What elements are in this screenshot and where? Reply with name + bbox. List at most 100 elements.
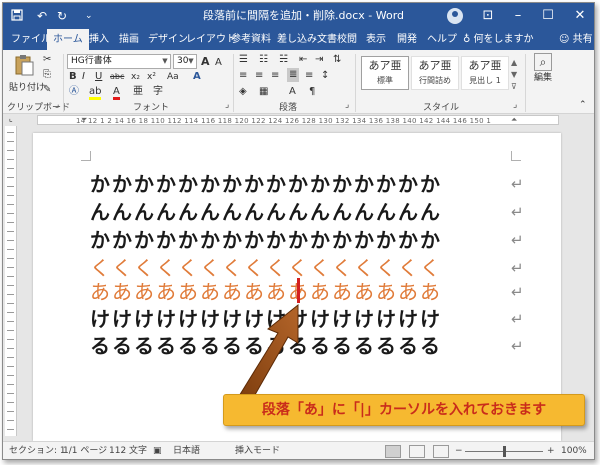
grow-font-button[interactable]: A [201, 55, 210, 69]
tab-draw[interactable]: 描画 [119, 29, 139, 50]
print-layout-view-icon[interactable] [385, 445, 401, 458]
phonetic-guide-icon[interactable]: 亜 [133, 85, 143, 99]
align-center-icon[interactable]: ≡ [255, 69, 263, 83]
font-launcher-icon[interactable]: ⌟ [225, 100, 229, 110]
undo-icon[interactable]: ↶ [37, 9, 47, 23]
paragraph-mark: ↵ [511, 203, 524, 221]
cut-icon[interactable]: ✂ [43, 53, 51, 67]
highlight-color-icon[interactable]: ab [89, 85, 102, 100]
share-button[interactable]: ☺ 共有 [559, 29, 593, 50]
line-spacing-icon[interactable]: ↕ [321, 69, 329, 83]
read-mode-view-icon[interactable] [409, 445, 425, 458]
paragraph-ka-2[interactable]: かかかかかかかかかかかかかかかか [90, 227, 442, 253]
zoom-out-button[interactable]: − [455, 442, 463, 459]
tell-me-box[interactable]: ♁ 何をしますか [463, 29, 534, 50]
save-icon[interactable] [11, 9, 23, 23]
superscript-button[interactable]: x² [147, 70, 156, 84]
paragraph-n[interactable]: んんんんんんんんんんんんんんんん [90, 199, 442, 225]
clear-format-button[interactable]: A [193, 70, 201, 84]
right-indent-handle[interactable]: ⏶ [511, 113, 517, 127]
paragraph-a[interactable]: ああああああああああああああああ [90, 279, 442, 305]
ruler-tick [7, 321, 14, 322]
ribbon-display-options-button[interactable]: ⊡ [473, 3, 503, 29]
style-name: 標準 [377, 76, 393, 85]
align-right-icon[interactable]: ≡ [271, 69, 279, 83]
tab-developer[interactable]: 開発 [397, 29, 417, 50]
tab-design[interactable]: デザイン [148, 29, 188, 50]
sort-icon[interactable]: ⇅ [333, 53, 341, 67]
tab-home[interactable]: ホーム [47, 29, 89, 50]
paragraph-ka-1[interactable]: かかかかかかかかかかかかかかかか [90, 171, 442, 197]
borders-icon[interactable]: ▦ [259, 85, 268, 99]
style-no-spacing[interactable]: あア亜 行間詰め [411, 56, 459, 90]
copy-icon[interactable]: ⎘ [43, 68, 51, 82]
asian-layout-icon[interactable]: A [289, 85, 296, 99]
page-count[interactable]: 1/1 ページ [63, 442, 107, 459]
word-count[interactable]: 112 文字 [109, 442, 147, 459]
format-painter-icon[interactable]: ✎ [43, 83, 51, 97]
font-size-combo[interactable]: 30 ▼ [173, 54, 197, 69]
user-avatar[interactable] [447, 8, 463, 24]
customize-qat-icon[interactable]: ⌄ [85, 9, 93, 23]
language-indicator[interactable]: 日本語 [173, 442, 200, 459]
font-color-icon[interactable]: A [113, 85, 120, 100]
increase-indent-icon[interactable]: ⇥ [315, 53, 323, 67]
tab-selector-icon[interactable]: ⌞ [9, 112, 13, 126]
ruler-tick [7, 411, 14, 412]
paragraph-ku[interactable]: くくくくくくくくくくくくくくくく [90, 255, 442, 281]
font-name-combo[interactable]: HG行書体 ▼ [67, 54, 171, 69]
section-indicator[interactable]: セクション: 1 [9, 442, 66, 459]
proofing-icon[interactable]: ▣ [153, 442, 162, 459]
shrink-font-button[interactable]: A [215, 56, 222, 70]
style-heading-1[interactable]: あア亜 見出し 1 [461, 56, 509, 90]
first-line-indent-handle[interactable]: ⏷ [81, 113, 87, 127]
web-layout-view-icon[interactable] [433, 445, 449, 458]
tab-view[interactable]: 表示 [366, 29, 386, 50]
minimize-button[interactable]: – [503, 3, 533, 29]
bold-button[interactable]: B [69, 70, 77, 84]
underline-button[interactable]: U [95, 70, 102, 84]
tab-references[interactable]: 参考資料 [231, 29, 271, 50]
redo-icon[interactable]: ↻ [57, 9, 67, 23]
style-normal[interactable]: あア亜 標準 [361, 56, 409, 90]
ruler-tick [7, 249, 14, 250]
tab-help[interactable]: ヘルプ [427, 29, 457, 50]
zoom-in-button[interactable]: + [547, 442, 555, 459]
clipboard-launcher-icon[interactable]: ⌟ [55, 100, 59, 110]
text-cursor [297, 278, 300, 303]
maximize-button[interactable]: ☐ [533, 3, 563, 29]
insert-mode-indicator[interactable]: 挿入モード [235, 442, 280, 459]
paragraph-launcher-icon[interactable]: ⌟ [345, 100, 349, 110]
ruler-tick [7, 420, 14, 421]
tab-file[interactable]: ファイル [11, 29, 51, 50]
decrease-indent-icon[interactable]: ⇤ [299, 53, 307, 67]
tab-mailings[interactable]: 差し込み文書 [277, 29, 337, 50]
close-button[interactable]: ✕ [565, 3, 594, 29]
subscript-button[interactable]: x₂ [131, 70, 140, 84]
paste-button[interactable]: 貼り付け [9, 54, 45, 95]
editing-button[interactable]: ⌕ 編集 [531, 53, 555, 85]
numbering-icon[interactable]: ☷ [259, 53, 268, 67]
ruler-tick [7, 312, 14, 313]
tab-review[interactable]: 校閲 [337, 29, 357, 50]
tab-insert[interactable]: 挿入 [89, 29, 109, 50]
collapse-ribbon-icon[interactable]: ⌃ [579, 98, 587, 112]
multilevel-list-icon[interactable]: ☵ [279, 53, 288, 67]
strikethrough-button[interactable]: abc [110, 70, 124, 84]
distributed-icon[interactable]: ≡ [305, 69, 313, 83]
show-marks-icon[interactable]: ¶ [309, 85, 315, 99]
styles-launcher-icon[interactable]: ⌟ [513, 100, 517, 110]
italic-button[interactable]: I [82, 70, 85, 84]
group-divider [355, 54, 356, 112]
change-case-button[interactable]: Aa [167, 70, 179, 84]
justify-icon[interactable]: ≣ [287, 68, 300, 82]
align-left-icon[interactable]: ≡ [239, 69, 247, 83]
text-effects-icon[interactable]: Ⓐ [69, 85, 79, 99]
shading-icon[interactable]: ◈ [239, 85, 247, 99]
tab-layout[interactable]: レイアウト [186, 29, 236, 50]
bullets-icon[interactable]: ☰ [239, 53, 248, 67]
enclose-character-icon[interactable]: 字 [153, 85, 163, 99]
zoom-slider-thumb[interactable] [503, 446, 506, 457]
zoom-level[interactable]: 100% [561, 442, 587, 459]
styles-more-icon[interactable]: ⊽ [511, 80, 517, 94]
